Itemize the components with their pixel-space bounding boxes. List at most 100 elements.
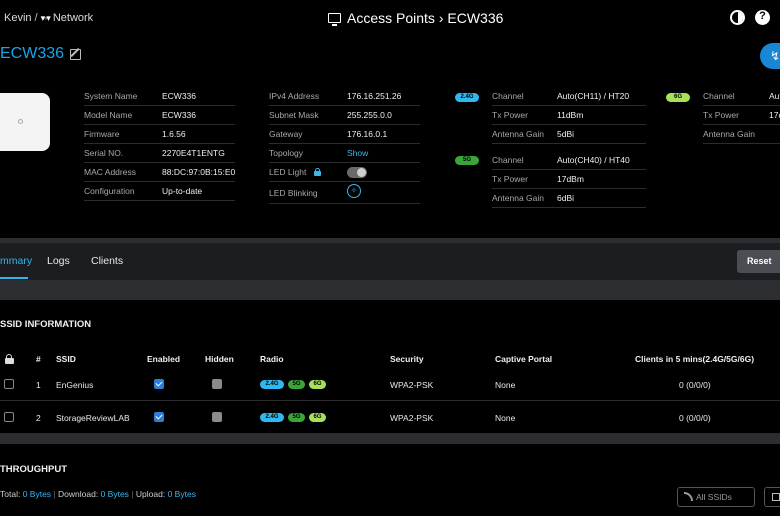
tab-clients[interactable]: Clients xyxy=(91,255,123,267)
info-label: Serial NO. xyxy=(84,148,124,158)
table-row[interactable]: 1 EnGenius 2.4G 5G 6G WPA2-PSK None 0 (0… xyxy=(0,369,780,401)
model-name-value: ECW336 xyxy=(162,110,197,120)
device-image xyxy=(0,93,50,151)
reset-button[interactable]: Reset xyxy=(737,250,780,273)
throughput-title: THROUGHPUT xyxy=(0,464,68,475)
table-row[interactable]: 2 StorageReviewLAB 2.4G 5G 6G WPA2-PSK N… xyxy=(0,402,780,434)
mac-value: 88:DC:97:0B:15:E0 xyxy=(162,167,236,177)
info-row: LED Light xyxy=(269,163,420,182)
clients-value: 0 (0/0/0) xyxy=(679,413,711,423)
device-name: ECW336 xyxy=(0,45,65,62)
info-row: Antenna Gain 6dBi xyxy=(492,189,646,208)
upload-label: Upload: xyxy=(135,489,166,499)
row-select-checkbox[interactable] xyxy=(4,379,14,389)
serial-value: 2270E4T1ENTG xyxy=(162,148,225,158)
info-row: Antenna Gain xyxy=(703,125,780,144)
info-label: Firmware xyxy=(84,129,120,139)
band-badge-24g: 2.4G xyxy=(455,93,479,102)
channel-value: Auto(CH40) / HT40 xyxy=(557,155,630,165)
network-icon: ▾◦▾ xyxy=(40,12,51,23)
info-label: Gateway xyxy=(269,129,303,139)
network-info: IPv4 Address 176.16.251.26 Subnet Mask 255… xyxy=(269,87,420,204)
info-label: Antenna Gain xyxy=(703,129,755,139)
info-label: Tx Power xyxy=(703,110,739,120)
topology-link[interactable]: Show xyxy=(347,148,368,158)
info-row: Channel Auto(CH11) / HT20 xyxy=(492,87,646,106)
info-row: Topology Show xyxy=(269,144,420,163)
info-row: Channel Auto(CH40) / HT40 xyxy=(492,151,646,170)
info-row: Antenna Gain 5dBi xyxy=(492,125,646,144)
enabled-checkbox[interactable] xyxy=(154,379,164,389)
band-badge-24g: 2.4G xyxy=(260,413,284,422)
device-logo-icon xyxy=(18,119,23,124)
monitor-icon xyxy=(328,13,341,26)
breadcrumb-separator: / xyxy=(34,12,38,24)
info-label: System Name xyxy=(84,91,138,101)
breadcrumb: Kevin / ▾◦▾ Network xyxy=(4,12,93,24)
info-label: Antenna Gain xyxy=(492,193,544,203)
enabled-checkbox[interactable] xyxy=(154,412,164,422)
lock-icon xyxy=(314,168,321,176)
info-row: Configuration Up-to-date xyxy=(84,182,235,201)
theme-toggle-icon[interactable] xyxy=(730,10,745,25)
radio-6g-info: Channel Aut Tx Power 17c Antenna Gain xyxy=(703,87,780,144)
row-num: 2 xyxy=(36,413,41,423)
edit-icon[interactable] xyxy=(70,48,82,60)
info-row: Channel Aut xyxy=(703,87,780,106)
hidden-checkbox[interactable] xyxy=(212,379,222,389)
captive-portal-value: None xyxy=(495,380,516,390)
info-label: MAC Address xyxy=(84,167,136,177)
wifi-icon xyxy=(684,492,693,501)
header-enabled: Enabled xyxy=(147,354,181,364)
calendar-button[interactable] xyxy=(764,487,780,507)
page-title: Access Points › ECW336 xyxy=(347,10,504,26)
info-row: Tx Power 11dBm xyxy=(492,106,646,125)
help-icon[interactable]: ? xyxy=(755,10,770,25)
device-title: ECW336 xyxy=(0,45,82,63)
header-security: Security xyxy=(390,354,424,364)
total-label: Total: xyxy=(0,489,21,499)
captive-portal-value: None xyxy=(495,413,516,423)
ssid-filter-value: All SSIDs xyxy=(696,492,732,502)
hidden-checkbox[interactable] xyxy=(212,412,222,422)
info-row: Tx Power 17dBm xyxy=(492,170,646,189)
band-badge-6g: 6G xyxy=(309,413,326,422)
breadcrumb-network[interactable]: Network xyxy=(53,12,93,24)
info-label: Configuration xyxy=(84,186,135,196)
row-select-checkbox[interactable] xyxy=(4,412,14,422)
firmware-value: 1.6.56 xyxy=(162,129,186,139)
tab-logs[interactable]: Logs xyxy=(47,255,70,267)
info-row: LED Blinking ✧ xyxy=(269,182,420,204)
ssid-name: StorageReviewLAB xyxy=(56,413,130,423)
header-hidden: Hidden xyxy=(205,354,234,364)
system-name-value: ECW336 xyxy=(162,91,197,101)
subnet-value: 255.255.0.0 xyxy=(347,110,392,120)
antenna-gain-value: 6dBi xyxy=(557,193,575,203)
info-label: LED Blinking xyxy=(269,187,318,198)
download-value: 0 Bytes xyxy=(100,489,129,499)
header-captive-portal: Captive Portal xyxy=(495,354,553,364)
throughput-summary: Total: 0 Bytes | Download: 0 Bytes | Upl… xyxy=(0,489,196,499)
bulb-icon[interactable]: ✧ xyxy=(347,184,361,198)
radio-24g-info: Channel Auto(CH11) / HT20 Tx Power 11dBm A… xyxy=(492,87,646,144)
tab-summary[interactable]: mmary xyxy=(0,255,32,267)
ssid-filter-select[interactable]: All SSIDs xyxy=(677,487,755,507)
info-row: Firmware 1.6.56 xyxy=(84,125,235,144)
config-value: Up-to-date xyxy=(162,186,203,196)
info-row: System Name ECW336 xyxy=(84,87,235,106)
band-badge-24g: 2.4G xyxy=(260,380,284,389)
section-divider xyxy=(0,280,780,300)
info-label: LED Light xyxy=(269,167,307,177)
security-value: WPA2-PSK xyxy=(390,380,434,390)
channel-value: Auto(CH11) / HT20 xyxy=(557,91,630,101)
breadcrumb-user[interactable]: Kevin xyxy=(4,12,32,24)
info-label: Antenna Gain xyxy=(492,129,544,139)
info-row: Tx Power 17c xyxy=(703,106,780,125)
ssid-section-title: SSID INFORMATION xyxy=(0,319,92,330)
device-action-button[interactable]: ↯ xyxy=(760,43,780,69)
header-num: # xyxy=(36,354,41,364)
led-light-toggle[interactable] xyxy=(347,167,367,178)
info-label: Topology xyxy=(269,148,304,158)
band-badge-5g: 5G xyxy=(288,380,305,389)
ssid-name: EnGenius xyxy=(56,380,94,390)
